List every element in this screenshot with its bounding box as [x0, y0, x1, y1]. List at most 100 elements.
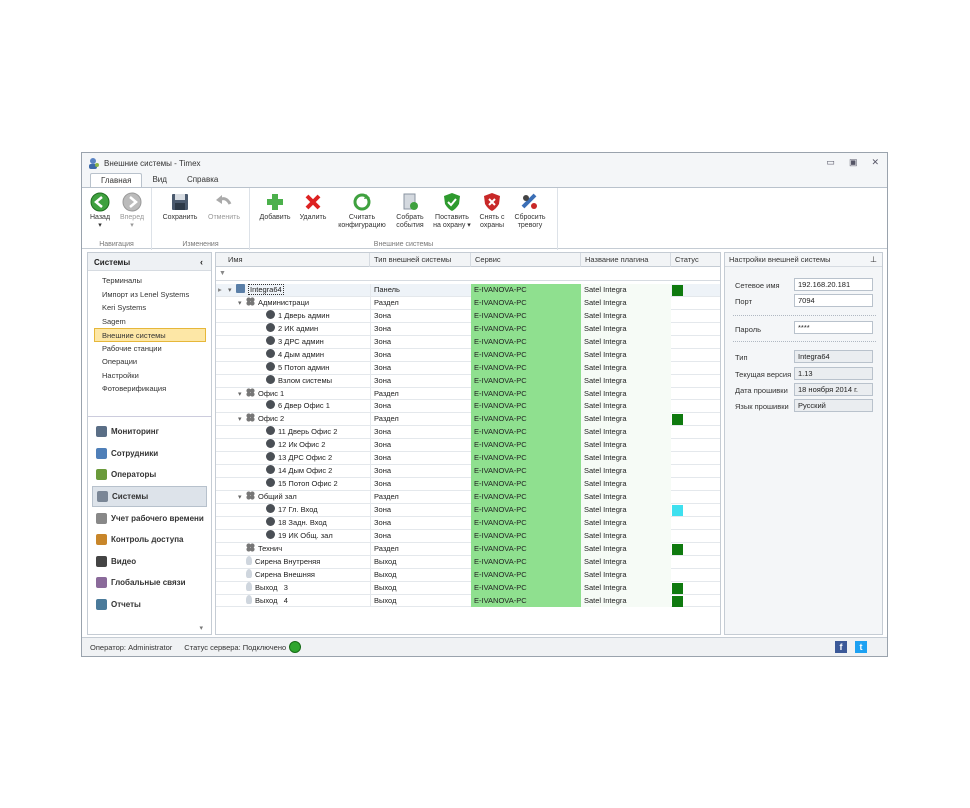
sidebar-item-external-systems[interactable]: Внешние системы	[94, 328, 206, 342]
window-title: Внешние системы - Timex	[104, 158, 201, 168]
disarm-label-1: Снять с	[479, 214, 505, 221]
nav-item-4[interactable]: Учет рабочего времени	[88, 507, 211, 529]
cell-type: Раздел	[370, 491, 471, 504]
table-row[interactable]: Сирена Внутреняя Выход E-IVANOVA-PC Satel I…	[216, 555, 720, 569]
tab-help[interactable]: Справка	[177, 173, 228, 187]
nav-item-7[interactable]: Глобальные связи	[88, 572, 211, 594]
table-row[interactable]: Выход 3 Выход E-IVANOVA-PC Satel Integra	[216, 581, 720, 595]
table-row[interactable]: Выход 4 Выход E-IVANOVA-PC Satel Integra	[216, 594, 720, 608]
nav-scroll-down-icon[interactable]: ▾	[199, 624, 203, 632]
save-button[interactable]: Сохранить	[160, 192, 200, 222]
table-row[interactable]: 5 Потоп админ Зона E-IVANOVA-PC Satel Integ…	[216, 361, 720, 375]
expand-arrow-icon[interactable]: ▾	[238, 298, 246, 310]
column-header-service[interactable]: Сервис	[471, 253, 581, 267]
cell-type: Зона	[370, 465, 471, 479]
sidebar-item-lenel-import[interactable]: Импорт из Lenel Systems	[88, 288, 211, 302]
table-row[interactable]: 15 Потоп Офис 2 Зона E-IVANOVA-PC Satel Int…	[216, 478, 720, 491]
nav-item-2[interactable]: Операторы	[88, 464, 211, 486]
tab-home[interactable]: Главная	[90, 173, 143, 187]
sidebar-splitter[interactable]	[88, 416, 211, 420]
expand-arrow-icon[interactable]: ▾	[228, 285, 236, 297]
filter-row[interactable]: ▼	[216, 267, 720, 281]
port-field[interactable]: 7094	[794, 294, 873, 307]
tab-view[interactable]: Вид	[142, 173, 176, 187]
sidebar-item-sagem[interactable]: Sagem	[88, 315, 211, 329]
add-button[interactable]: Добавить	[256, 192, 294, 222]
sidebar-item-terminals[interactable]: Терминалы	[88, 274, 211, 288]
table-row[interactable]: 3 ДРС админ Зона E-IVANOVA-PC Satel Integra	[216, 335, 720, 349]
sidebar-item-workstations[interactable]: Рабочие станции	[88, 342, 211, 356]
cell-type: Выход	[370, 581, 471, 595]
table-row[interactable]: 14 Дым Офис 2 Зона E-IVANOVA-PC Satel Integ…	[216, 465, 720, 479]
column-header-type[interactable]: Тип внешней системы	[370, 253, 471, 267]
cell-status	[671, 543, 720, 556]
expand-arrow-icon[interactable]: ▾	[238, 414, 246, 426]
nav-item-5[interactable]: Контроль доступа	[88, 529, 211, 551]
minimize-button[interactable]: ▭	[826, 157, 835, 168]
expand-arrow-icon[interactable]: ▾	[238, 492, 246, 504]
row-name: Сирена Внутреняя	[255, 556, 321, 566]
cell-type: Раздел	[370, 296, 471, 310]
arm-button[interactable]: Поставить на охрану ▾	[430, 192, 474, 230]
table-row[interactable]: 1 Дверь админ Зона E-IVANOVA-PC Satel Integ…	[216, 309, 720, 323]
table-row[interactable]: 11 Дверь Офис 2 Зона E-IVANOVA-PC Satel Int…	[216, 426, 720, 440]
collect-events-button[interactable]: Собрать события	[392, 192, 428, 230]
forward-button[interactable]: Вперед ▾	[118, 192, 146, 230]
maximize-button[interactable]: ▣	[849, 157, 858, 168]
table-row[interactable]: ▾ Офис 1 Раздел E-IVANOVA-PC Satel Integra	[216, 387, 720, 401]
table-row[interactable]: 17 Гл. Вход Зона E-IVANOVA-PC Satel Integra	[216, 503, 720, 517]
row-name: 6 Двер Офис 1	[278, 401, 330, 411]
close-button[interactable]: ✕	[871, 157, 879, 168]
nav-item-8[interactable]: Отчеты	[88, 594, 211, 616]
password-field[interactable]: ****	[794, 321, 873, 334]
pin-icon[interactable]: ⊥	[870, 253, 877, 267]
table-row[interactable]: Сирена Внешняя Выход E-IVANOVA-PC Satel Int…	[216, 568, 720, 582]
table-row[interactable]: 12 Ик Офис 2 Зона E-IVANOVA-PC Satel Integr…	[216, 439, 720, 453]
column-header-name[interactable]: Имя	[216, 253, 370, 267]
collapse-chevron-icon[interactable]: ‹	[200, 257, 203, 267]
table-row[interactable]: 19 ИК Общ. зал Зона E-IVANOVA-PC Satel Inte…	[216, 529, 720, 543]
cell-service: E-IVANOVA-PC	[471, 426, 581, 440]
filter-funnel-icon[interactable]: ▼	[219, 270, 226, 277]
properties-panel: Настройки внешней системы ⊥ Сетевое имя …	[724, 252, 883, 635]
nav-item-1[interactable]: Сотрудники	[88, 443, 211, 465]
sidebar: Системы ‹ Терминалы Импорт из Lenel Syst…	[87, 252, 212, 635]
cancel-button[interactable]: Отменить	[204, 192, 244, 222]
cell-status	[671, 439, 720, 452]
sidebar-item-operations[interactable]: Операции	[88, 355, 211, 369]
nav-item-0[interactable]: Мониторинг	[88, 421, 211, 443]
column-header-status[interactable]: Статус	[671, 253, 720, 267]
group-title-navigation: Навигация	[99, 241, 134, 248]
nav-item-6[interactable]: Видео	[88, 551, 211, 573]
expand-arrow-icon[interactable]: ▾	[238, 389, 246, 401]
disarm-button[interactable]: Снять с охраны	[476, 192, 508, 230]
sidebar-item-photo-verification[interactable]: Фотоверификация	[88, 382, 211, 396]
nav-item-3[interactable]: Системы	[92, 485, 207, 508]
twitter-icon[interactable]: t	[855, 641, 867, 653]
table-row[interactable]: 13 ДРС Офис 2 Зона E-IVANOVA-PC Satel Integ…	[216, 452, 720, 466]
table-row[interactable]: Технич Раздел E-IVANOVA-PC Satel Integra	[216, 542, 720, 556]
table-row[interactable]: 18 Задн. Вход Зона E-IVANOVA-PC Satel Integ…	[216, 516, 720, 530]
table-row[interactable]: ▾ Общий зал Раздел E-IVANOVA-PC Satel Integr…	[216, 491, 720, 504]
table-row[interactable]: 2 ИК админ Зона E-IVANOVA-PC Satel Integra	[216, 322, 720, 336]
table-row[interactable]: 4 Дым админ Зона E-IVANOVA-PC Satel Integra	[216, 348, 720, 362]
delete-button[interactable]: Удалить	[296, 192, 330, 222]
table-row[interactable]: ▾ Администраци Раздел E-IVANOVA-PC Satel Int…	[216, 296, 720, 310]
cell-plugin: Satel Integra	[581, 284, 671, 297]
back-button[interactable]: Назад ▾	[88, 192, 112, 230]
table-row[interactable]: ▾ Офис 2 Раздел E-IVANOVA-PC Satel Integra	[216, 413, 720, 427]
table-row[interactable]: 6 Двер Офис 1 Зона E-IVANOVA-PC Satel Integ…	[216, 400, 720, 414]
cell-plugin: Satel Integra	[581, 413, 671, 427]
facebook-icon[interactable]: f	[835, 641, 847, 653]
sidebar-item-settings[interactable]: Настройки	[88, 369, 211, 383]
nav-item-label: Системы	[112, 492, 149, 502]
read-config-button[interactable]: Считать конфигурацию	[334, 192, 390, 230]
cell-type: Зона	[370, 529, 471, 543]
reset-alarm-button[interactable]: Сбросить тревогу	[510, 192, 550, 230]
table-row[interactable]: ▸ ▾ Integra64 Панель E-IVANOVA-PC Satel Integ…	[216, 284, 720, 297]
sidebar-item-keri[interactable]: Keri Systems	[88, 301, 211, 315]
table-row[interactable]: Взлом системы Зона E-IVANOVA-PC Satel Integ…	[216, 374, 720, 388]
column-header-plugin[interactable]: Название плагина	[581, 253, 671, 267]
network-name-field[interactable]: 192.168.20.181	[794, 278, 873, 291]
row-name: 5 Потоп админ	[278, 362, 330, 372]
